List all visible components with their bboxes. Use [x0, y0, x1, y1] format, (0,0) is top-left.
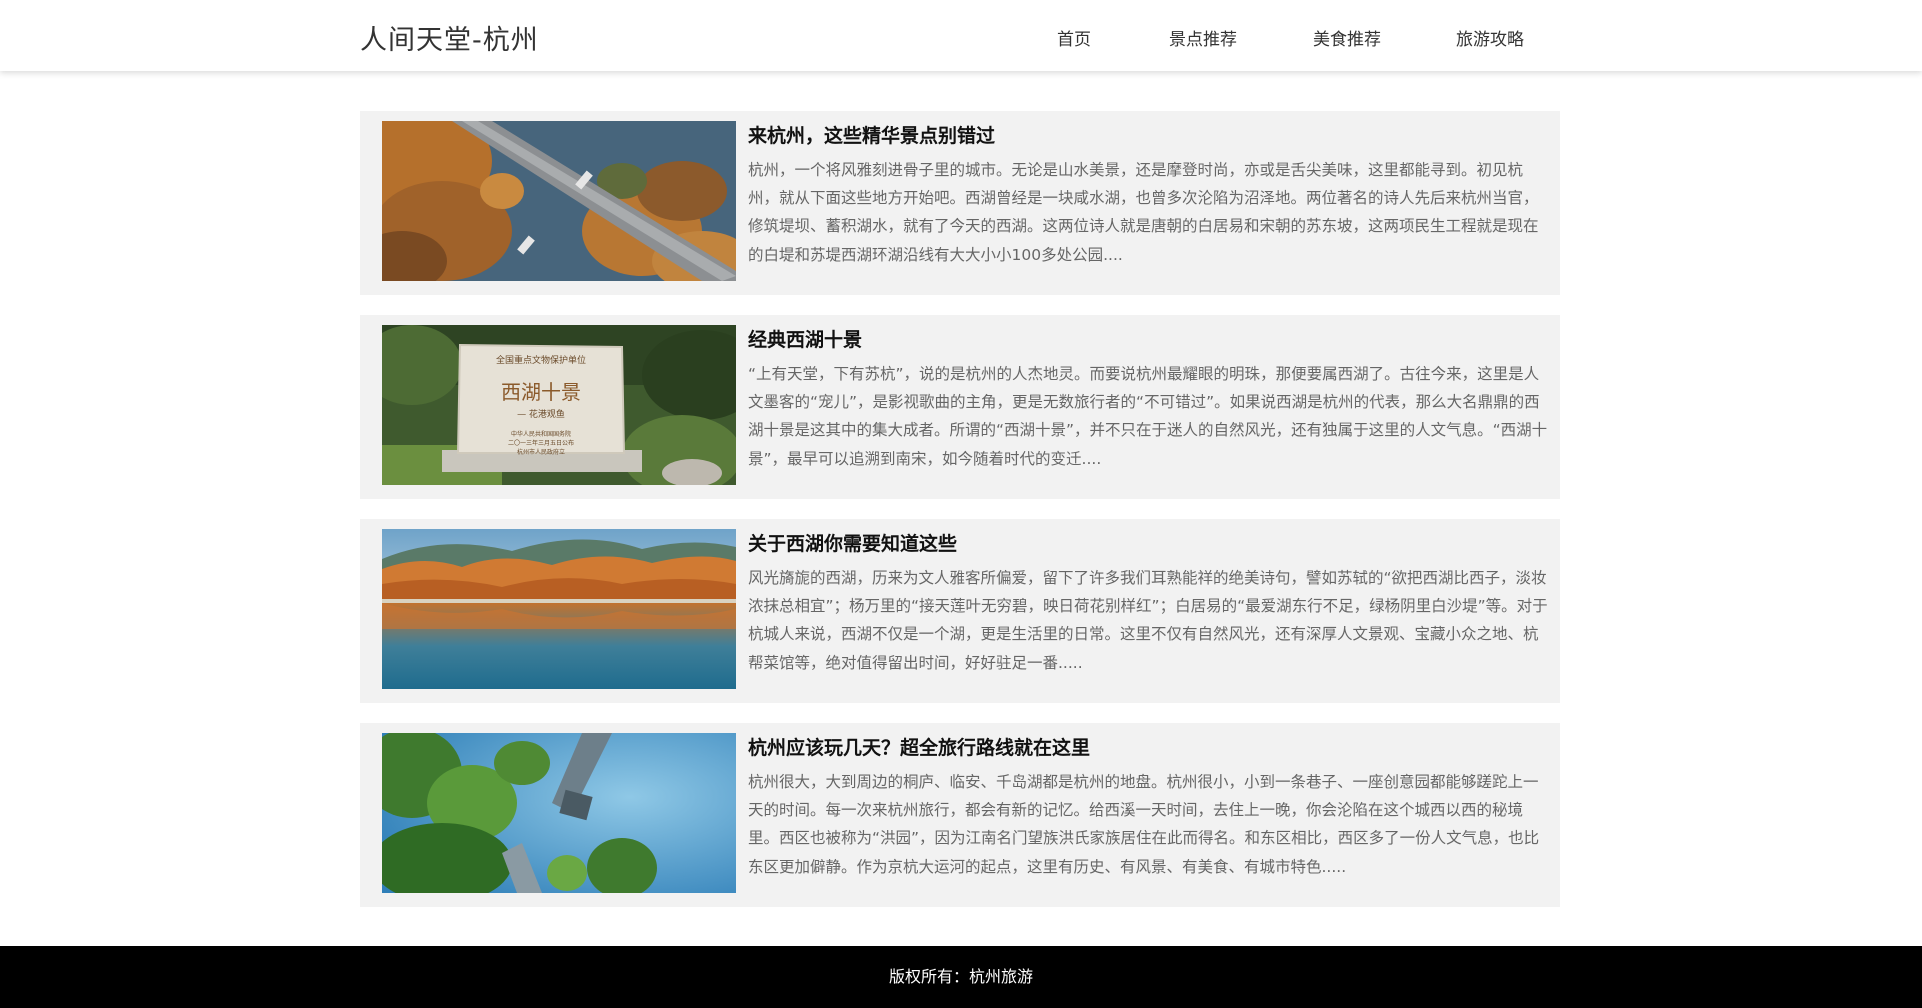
- article-summary: “上有天堂，下有苏杭”，说的是杭州的人杰地灵。而要说杭州最耀眼的明珠，那便要属西…: [748, 365, 1548, 468]
- stele-sub-text: — 花港观鱼: [517, 410, 565, 420]
- article-card[interactable]: 来杭州，这些精华景点别错过 杭州，一个将风雅刻进骨子里的城市。无论是山水美景，还…: [360, 111, 1560, 295]
- article-card[interactable]: 全国重点文物保护单位 西湖十景 — 花港观鱼 中华人民共和国国务院 二〇一三年三…: [360, 315, 1560, 499]
- stele-top-text: 全国重点文物保护单位: [495, 356, 586, 366]
- article-image-lake[interactable]: [382, 529, 736, 689]
- site-footer: 版权所有：杭州旅游: [0, 946, 1922, 1008]
- stele-inscription: 全国重点文物保护单位 西湖十景 — 花港观鱼 中华人民共和国国务院 二〇一三年三…: [458, 347, 624, 457]
- lake-reflection-image: [382, 529, 736, 689]
- nav-food[interactable]: 美食推荐: [1313, 25, 1381, 50]
- article-image-causeway[interactable]: [382, 121, 736, 281]
- article-summary: 杭州很大，大到周边的桐庐、临安、千岛湖都是杭州的地盘。杭州很小，小到一条巷子、一…: [748, 773, 1540, 876]
- stele-main-text: 西湖十景: [501, 380, 581, 404]
- stele-footer-line: 二〇一三年三月五日公布: [507, 440, 574, 447]
- article-title[interactable]: 关于西湖你需要知道这些: [748, 529, 957, 556]
- site-title[interactable]: 人间天堂-杭州: [360, 18, 539, 57]
- nav-attractions[interactable]: 景点推荐: [1169, 25, 1237, 50]
- copyright-text: 版权所有：杭州旅游: [888, 967, 1033, 986]
- article-image-island[interactable]: [382, 733, 736, 893]
- article-summary: 杭州，一个将风雅刻进骨子里的城市。无论是山水美景，还是摩登时尚，亦或是舌尖美味，…: [748, 161, 1539, 264]
- article-title[interactable]: 来杭州，这些精华景点别错过: [748, 121, 995, 148]
- stele-footer: 中华人民共和国国务院 二〇一三年三月五日公布 杭州市人民政府立: [458, 430, 624, 457]
- aerial-island-image: [382, 733, 736, 893]
- article-summary: 风光旖旎的西湖，历来为文人雅客所偏爱，留下了许多我们耳熟能祥的绝美诗句，譬如苏轼…: [748, 569, 1548, 672]
- nav-travel-guide[interactable]: 旅游攻略: [1456, 25, 1524, 50]
- aerial-causeway-image: [382, 121, 736, 281]
- article-image-stele[interactable]: 全国重点文物保护单位 西湖十景 — 花港观鱼 中华人民共和国国务院 二〇一三年三…: [382, 325, 736, 485]
- article-card[interactable]: 杭州应该玩几天？超全旅行路线就在这里 杭州很大，大到周边的桐庐、临安、千岛湖都是…: [360, 723, 1560, 907]
- article-title[interactable]: 杭州应该玩几天？超全旅行路线就在这里: [748, 733, 1090, 760]
- site-header: 人间天堂-杭州 首页 景点推荐 美食推荐 旅游攻略: [0, 0, 1922, 71]
- article-card[interactable]: 关于西湖你需要知道这些 风光旖旎的西湖，历来为文人雅客所偏爱，留下了许多我们耳熟…: [360, 519, 1560, 703]
- stele-footer-line: 杭州市人民政府立: [516, 449, 565, 456]
- stele-footer-line: 中华人民共和国国务院: [510, 431, 571, 438]
- article-title[interactable]: 经典西湖十景: [748, 325, 862, 352]
- nav-home[interactable]: 首页: [1057, 25, 1091, 50]
